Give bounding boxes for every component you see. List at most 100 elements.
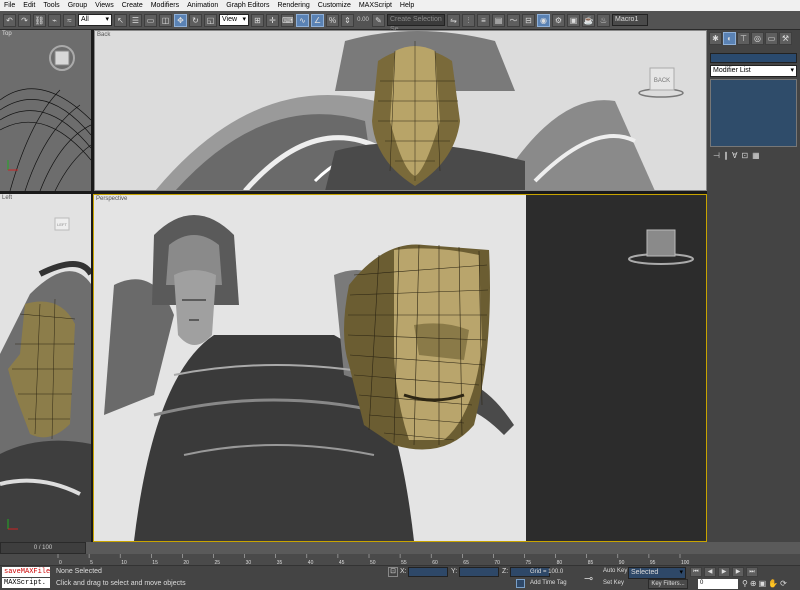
viewcube-back[interactable]: BACK	[638, 67, 684, 98]
select-scale-icon[interactable]: ◱	[204, 13, 217, 27]
motion-tab-icon[interactable]: ◎	[751, 32, 764, 45]
time-tag-icon[interactable]	[516, 579, 525, 588]
rectangular-selection-icon[interactable]: ▭	[144, 13, 157, 27]
menu-tools[interactable]: Tools	[39, 2, 63, 9]
modifier-list-dropdown[interactable]: Modifier List	[710, 65, 797, 77]
bind-space-warp-icon[interactable]: ≈	[63, 13, 76, 27]
lock-selection-icon[interactable]: ⊡	[388, 567, 398, 577]
curve-editor-icon[interactable]: 〜	[507, 13, 520, 27]
next-frame-icon[interactable]: ▶	[732, 567, 744, 577]
keyboard-shortcut-override-icon[interactable]: ⌨	[281, 13, 294, 27]
menu-help[interactable]: Help	[396, 2, 418, 9]
modifier-stack[interactable]	[710, 79, 797, 147]
select-by-name-icon[interactable]: ☰	[129, 13, 142, 27]
x-field[interactable]	[408, 567, 448, 577]
menu-group[interactable]: Group	[64, 2, 91, 9]
render-iterative-icon[interactable]: ♨	[597, 13, 610, 27]
macro-button[interactable]: Macro1	[612, 14, 648, 26]
select-link-icon[interactable]: ⛓	[33, 13, 46, 27]
set-key-icon[interactable]: ⊸	[584, 572, 593, 585]
time-slider-thumb[interactable]: 0 / 100	[0, 542, 86, 554]
select-move-icon[interactable]: ✥	[174, 13, 187, 27]
go-to-end-icon[interactable]: ⏭	[746, 567, 758, 577]
pan-icon[interactable]: ✋	[768, 579, 778, 588]
hierarchy-tab-icon[interactable]: ⊤	[737, 32, 750, 45]
zoom-extents-icon[interactable]: ▣	[759, 579, 767, 588]
material-editor-icon[interactable]: ◉	[537, 13, 550, 27]
display-tab-icon[interactable]: ▭	[765, 32, 778, 45]
create-tab-icon[interactable]: ✱	[709, 32, 722, 45]
menu-create[interactable]: Create	[118, 2, 147, 9]
render-production-icon[interactable]: ☕	[582, 13, 595, 27]
remove-modifier-icon[interactable]: ⊡	[741, 151, 748, 160]
unlink-icon[interactable]: ⌁	[48, 13, 61, 27]
zoom-icon[interactable]: ⚲	[742, 579, 748, 588]
snaps-toggle-icon[interactable]: ∿	[296, 13, 309, 27]
edit-named-selection-icon[interactable]: ✎	[372, 13, 385, 27]
time-slider[interactable]: 0 / 100	[0, 542, 800, 554]
viewcube-left[interactable]: LEFT	[54, 217, 70, 231]
redo-icon[interactable]: ↷	[18, 13, 31, 27]
viewport-left[interactable]: Left LEFT	[0, 194, 91, 542]
select-object-icon[interactable]: ↖	[114, 13, 127, 27]
reference-coordinate-dropdown[interactable]: View	[219, 14, 249, 26]
viewport-label-back[interactable]: Back	[97, 32, 110, 38]
schematic-view-icon[interactable]: ⊟	[522, 13, 535, 27]
key-filters-button[interactable]: Key Filters...	[648, 579, 688, 589]
menu-file[interactable]: File	[0, 2, 19, 9]
menu-graph-editors[interactable]: Graph Editors	[222, 2, 273, 9]
previous-frame-icon[interactable]: ◀	[704, 567, 716, 577]
menu-views[interactable]: Views	[91, 2, 118, 9]
render-setup-icon[interactable]: ⚙	[552, 13, 565, 27]
select-rotate-icon[interactable]: ↻	[189, 13, 202, 27]
viewport-perspective[interactable]: Perspective	[93, 194, 707, 542]
maxscript-listener-input[interactable]: saveMAXFile	[2, 567, 50, 577]
show-end-result-icon[interactable]: ∥	[724, 151, 728, 160]
object-name-field[interactable]	[710, 53, 797, 63]
viewcube-top[interactable]	[49, 45, 75, 71]
percent-snap-icon[interactable]: %	[326, 13, 339, 27]
mirror-icon[interactable]: ⇋	[447, 13, 460, 27]
play-icon[interactable]: ▶	[718, 567, 730, 577]
maxscript-listener-output[interactable]: MAXScript.	[2, 578, 50, 588]
make-unique-icon[interactable]: ∀	[732, 151, 737, 160]
auto-key-button[interactable]: Auto Key	[603, 568, 627, 574]
modify-tab-icon[interactable]: ◐	[723, 32, 736, 45]
current-frame-field[interactable]: 0	[698, 579, 738, 589]
orbit-icon[interactable]: ⟳	[780, 579, 787, 588]
menu-edit[interactable]: Edit	[19, 2, 39, 9]
y-field[interactable]	[459, 567, 499, 577]
menu-maxscript[interactable]: MAXScript	[355, 2, 396, 9]
pin-stack-icon[interactable]: ⊣	[713, 151, 720, 160]
face-mesh-object[interactable]	[344, 244, 490, 450]
viewport-back[interactable]: Back BACK	[94, 30, 707, 191]
rendered-frame-window-icon[interactable]: ▣	[567, 13, 580, 27]
layer-manager-icon[interactable]: ≡	[477, 13, 490, 27]
go-to-start-icon[interactable]: ⏮	[690, 567, 702, 577]
undo-icon[interactable]: ↶	[3, 13, 16, 27]
select-manipulate-icon[interactable]: ✛	[266, 13, 279, 27]
configure-modifier-sets-icon[interactable]: ▦	[752, 151, 760, 160]
spinner-snap-icon[interactable]: ⇕	[341, 13, 354, 27]
selection-filter-dropdown[interactable]: All	[78, 14, 112, 26]
angle-snap-icon[interactable]: ∠	[311, 13, 324, 27]
viewport-top[interactable]: Top	[0, 30, 91, 191]
utilities-tab-icon[interactable]: ⚒	[779, 32, 792, 45]
zoom-all-icon[interactable]: ⊕	[750, 579, 757, 588]
pivot-center-icon[interactable]: ⊞	[251, 13, 264, 27]
add-time-tag-button[interactable]: Add Time Tag	[530, 580, 567, 586]
menu-modifiers[interactable]: Modifiers	[147, 2, 183, 9]
graphite-ribbon-icon[interactable]: ▤	[492, 13, 505, 27]
viewport-label-perspective[interactable]: Perspective	[96, 196, 127, 202]
viewport-label-left[interactable]: Left	[2, 195, 12, 201]
window-crossing-icon[interactable]: ◫	[159, 13, 172, 27]
align-icon[interactable]: ⫶	[462, 13, 475, 27]
menu-animation[interactable]: Animation	[183, 2, 222, 9]
menu-customize[interactable]: Customize	[314, 2, 355, 9]
menu-rendering[interactable]: Rendering	[273, 2, 313, 9]
named-selection-set-dropdown[interactable]: Create Selection Se	[387, 14, 445, 33]
viewport-label-top[interactable]: Top	[2, 31, 12, 37]
track-bar[interactable]: 0 5 10 15 20 25 30 35 40 45 50 55 60 65 70 75 80 85 90 95 10…	[0, 554, 800, 566]
key-mode-dropdown[interactable]: Selected	[628, 567, 686, 579]
set-key-button[interactable]: Set Key	[603, 580, 624, 586]
